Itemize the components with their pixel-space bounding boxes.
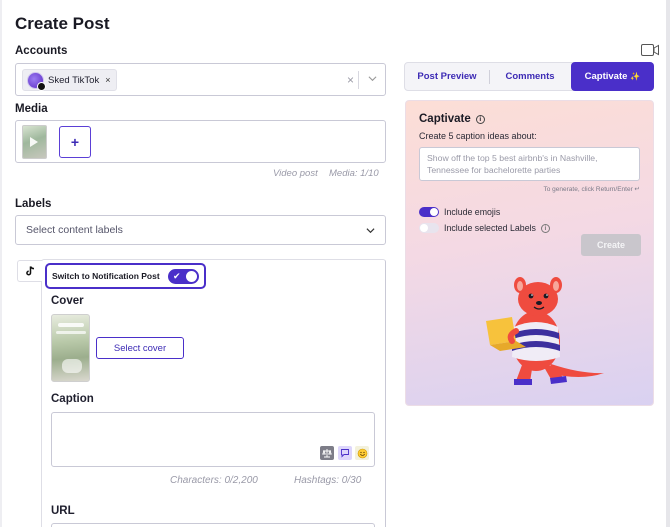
- tab-captivate-label: Captivate: [584, 71, 628, 82]
- check-icon: ✔: [173, 271, 181, 281]
- video-thumbnail[interactable]: [22, 125, 47, 159]
- window-edge-right: [666, 0, 670, 527]
- labels-select[interactable]: Select content labels: [15, 215, 386, 245]
- tiktok-tab[interactable]: [17, 260, 42, 282]
- labels-label: Labels: [15, 198, 52, 210]
- captivate-panel: Captivate i Create 5 caption ideas about…: [405, 100, 654, 406]
- account-chip: Sked TikTok ×: [22, 69, 118, 91]
- url-input[interactable]: [51, 523, 375, 527]
- quokka-mascot-illustration: [486, 277, 604, 385]
- emoji-icon[interactable]: [355, 446, 369, 460]
- media-box: +: [15, 120, 386, 163]
- divider: [358, 71, 359, 89]
- scale-icon[interactable]: [320, 446, 334, 460]
- labels-placeholder: Select content labels: [26, 224, 123, 236]
- add-media-button[interactable]: +: [59, 126, 91, 158]
- captivate-title-text: Captivate: [419, 113, 471, 125]
- url-label: URL: [51, 505, 75, 517]
- accounts-label: Accounts: [15, 45, 68, 57]
- cover-thumbnail: [51, 314, 90, 382]
- notification-toggle-label: Switch to Notification Post: [52, 271, 160, 281]
- preview-tabs: Post Preview Comments Captivate ✨: [404, 62, 654, 91]
- hashtags-count: Hashtags: 0/30: [294, 475, 362, 486]
- captivate-subtitle: Create 5 caption ideas about:: [419, 131, 537, 141]
- characters-count: Characters: 0/2,200: [170, 475, 258, 486]
- sparkle-icon: ✨: [630, 72, 641, 81]
- media-type-text: Video post: [273, 168, 318, 179]
- include-labels-label: Include selected Labels: [444, 223, 536, 233]
- remove-account-icon[interactable]: ×: [105, 75, 110, 85]
- include-labels-toggle[interactable]: [419, 223, 439, 233]
- tab-captivate[interactable]: Captivate ✨: [571, 62, 654, 91]
- tiktok-badge-icon: [37, 81, 46, 91]
- notification-post-toggle[interactable]: Switch to Notification Post ✔: [45, 263, 206, 289]
- window-edge-left: [0, 0, 2, 527]
- prompt-hint: To generate, click Return/Enter ↵: [543, 186, 641, 193]
- media-count-text: Media: 1/10: [329, 168, 379, 179]
- avatar: [27, 71, 46, 91]
- chat-icon[interactable]: [338, 446, 352, 460]
- chevron-down-icon[interactable]: [366, 226, 375, 235]
- account-chip-label: Sked TikTok: [48, 74, 100, 86]
- tab-comments[interactable]: Comments: [489, 63, 571, 90]
- select-cover-button[interactable]: Select cover: [96, 337, 184, 359]
- notification-toggle-switch[interactable]: ✔: [168, 269, 199, 284]
- chevron-down-icon[interactable]: [368, 74, 377, 83]
- cover-label: Cover: [51, 295, 84, 307]
- info-icon[interactable]: i: [540, 223, 550, 233]
- camera-icon[interactable]: [641, 44, 659, 56]
- page-title: Create Post: [15, 14, 110, 33]
- include-labels-option[interactable]: Include selected Labels i: [419, 223, 550, 233]
- include-emojis-option[interactable]: Include emojis: [419, 207, 500, 217]
- clear-accounts-icon[interactable]: ×: [347, 73, 354, 87]
- media-label: Media: [15, 103, 48, 115]
- info-icon[interactable]: i: [475, 114, 485, 124]
- captivate-title: Captivate i: [419, 113, 485, 125]
- tab-post-preview[interactable]: Post Preview: [405, 63, 489, 90]
- caption-textarea[interactable]: [51, 412, 375, 467]
- toggle-knob: [186, 271, 197, 282]
- caption-label: Caption: [51, 393, 94, 405]
- accounts-select[interactable]: Sked TikTok × ×: [15, 63, 386, 96]
- tiktok-icon: [25, 266, 34, 276]
- include-emojis-label: Include emojis: [444, 207, 501, 217]
- caption-prompt-input[interactable]: Show off the top 5 best airbnb's in Nash…: [419, 147, 640, 181]
- include-emojis-toggle[interactable]: [419, 207, 439, 217]
- create-button[interactable]: Create: [581, 234, 641, 256]
